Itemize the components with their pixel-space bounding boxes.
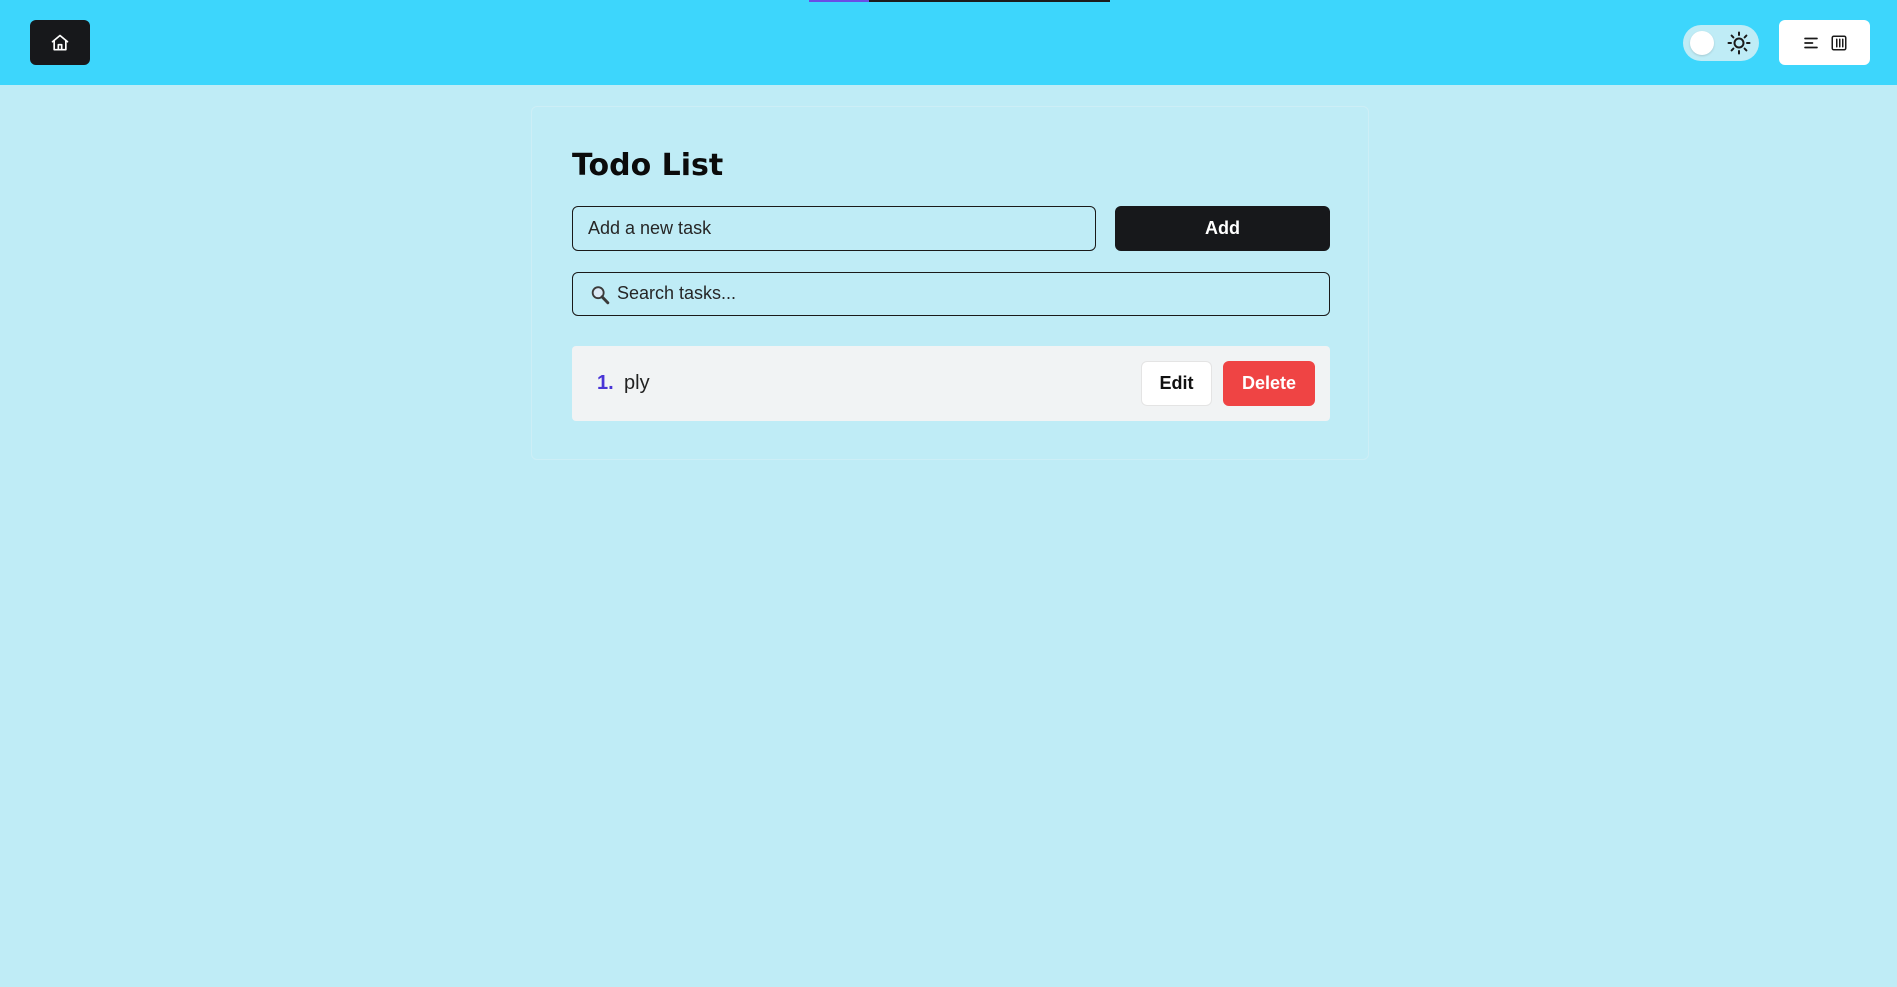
- add-task-button[interactable]: Add: [1115, 206, 1330, 251]
- task-item: 1. ply Edit Delete: [572, 346, 1330, 421]
- scroll-progress-bar: [809, 0, 1110, 2]
- search-box[interactable]: [572, 272, 1330, 316]
- sun-icon: [1727, 31, 1751, 55]
- theme-toggle[interactable]: [1683, 25, 1759, 61]
- toggle-knob: [1690, 31, 1714, 55]
- task-number: 1.: [597, 372, 614, 394]
- home-icon: [51, 34, 69, 51]
- page-title: Todo List: [572, 148, 724, 183]
- scroll-progress-fill: [809, 0, 870, 2]
- search-input[interactable]: [617, 273, 1317, 314]
- new-task-input[interactable]: [572, 206, 1096, 251]
- columns-icon: [1831, 35, 1846, 50]
- delete-task-button[interactable]: Delete: [1223, 361, 1315, 406]
- top-navigation-bar: [0, 0, 1897, 85]
- layout-button[interactable]: [1779, 20, 1870, 65]
- magnifier-icon: [591, 286, 610, 305]
- task-text: ply: [624, 372, 650, 394]
- edit-task-button[interactable]: Edit: [1141, 361, 1212, 406]
- align-left-icon: [1803, 37, 1818, 48]
- home-button[interactable]: [30, 20, 90, 65]
